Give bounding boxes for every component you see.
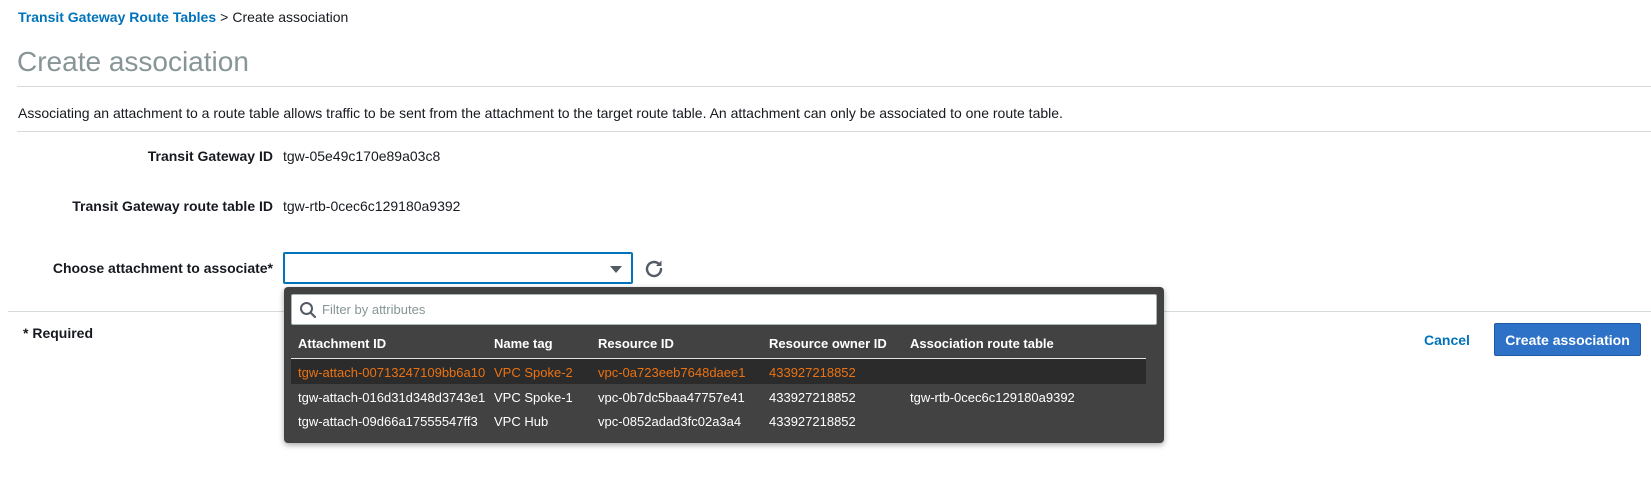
column-header-association-route-table: Association route table <box>910 336 1054 351</box>
filter-box[interactable] <box>291 294 1157 325</box>
attachment-select[interactable] <box>283 252 633 284</box>
search-icon <box>300 302 317 319</box>
breadcrumb-separator: > <box>220 9 229 25</box>
tgw-rtb-id-value: tgw-rtb-0cec6c129180a9392 <box>283 198 461 214</box>
caret-down-icon <box>610 266 622 273</box>
breadcrumb-current: Create association <box>232 9 349 25</box>
cell-name-tag: VPC Spoke-2 <box>494 365 573 380</box>
cancel-button[interactable]: Cancel <box>1424 325 1470 355</box>
page-description: Associating an attachment to a route tab… <box>18 105 1063 121</box>
attachment-option-row[interactable]: tgw-attach-016d31d348d3743e1 VPC Spoke-1… <box>291 384 1146 409</box>
column-header-resource-owner-id: Resource owner ID <box>769 336 887 351</box>
column-header-attachment-id: Attachment ID <box>298 336 387 351</box>
attachment-select-label: Choose attachment to associate* <box>52 260 273 276</box>
filter-input[interactable] <box>322 295 1142 324</box>
cell-name-tag: VPC Hub <box>494 414 549 429</box>
attachment-option-row[interactable]: tgw-attach-09d66a17555547ff3 VPC Hub vpc… <box>291 408 1146 433</box>
divider <box>17 86 1651 87</box>
required-note: * Required <box>23 325 94 341</box>
create-association-button[interactable]: Create association <box>1494 323 1641 356</box>
attachment-option-row[interactable]: tgw-attach-00713247109bb6a10 VPC Spoke-2… <box>291 359 1146 384</box>
divider <box>17 131 1651 132</box>
cell-owner-id: 433927218852 <box>769 390 856 405</box>
attachment-dropdown: Attachment ID Name tag Resource ID Resou… <box>284 287 1164 443</box>
cell-attachment-id: tgw-attach-09d66a17555547ff3 <box>298 414 478 429</box>
breadcrumb-link-route-tables[interactable]: Transit Gateway Route Tables <box>18 9 216 25</box>
column-header-name-tag: Name tag <box>494 336 553 351</box>
cell-name-tag: VPC Spoke-1 <box>494 390 573 405</box>
tgw-rtb-id-label: Transit Gateway route table ID <box>72 198 273 214</box>
cell-resource-id: vpc-0852adad3fc02a3a4 <box>598 414 742 429</box>
cell-resource-id: vpc-0b7dc5baa47757e41 <box>598 390 745 405</box>
cell-resource-id: vpc-0a723eeb7648daee1 <box>598 365 746 380</box>
breadcrumb: Transit Gateway Route Tables > Create asso… <box>18 9 348 25</box>
refresh-icon[interactable] <box>642 257 666 281</box>
cell-owner-id: 433927218852 <box>769 414 856 429</box>
cell-owner-id: 433927218852 <box>769 365 856 380</box>
create-association-page: Transit Gateway Route Tables > Create asso… <box>0 0 1651 484</box>
tgw-id-value: tgw-05e49c170e89a03c8 <box>283 148 441 164</box>
tgw-id-label: Transit Gateway ID <box>147 148 273 164</box>
cell-attachment-id: tgw-attach-016d31d348d3743e1 <box>298 390 486 405</box>
page-title: Create association <box>17 46 249 77</box>
cell-route-table: tgw-rtb-0cec6c129180a9392 <box>910 390 1075 405</box>
cell-attachment-id: tgw-attach-00713247109bb6a10 <box>298 365 486 380</box>
column-header-resource-id: Resource ID <box>598 336 674 351</box>
